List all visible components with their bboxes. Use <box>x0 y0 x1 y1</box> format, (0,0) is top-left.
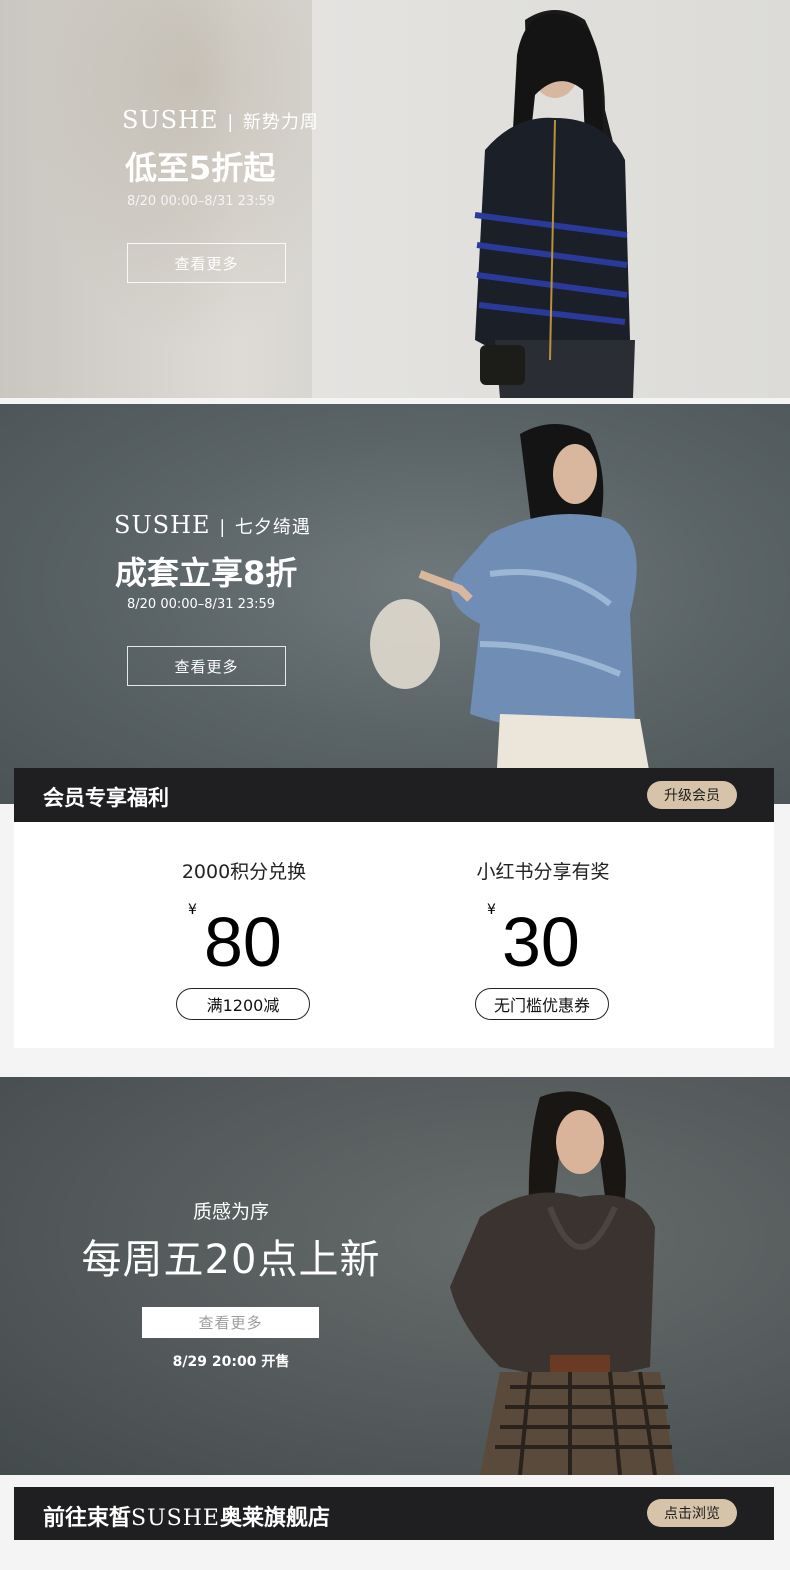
coupon-amount: 30 <box>502 903 580 981</box>
model-photo <box>450 1091 675 1475</box>
view-more-button[interactable]: 查看更多 <box>142 1307 319 1338</box>
brand-logo: SUSHE | 新势力周 <box>122 106 319 134</box>
brand-name: SUSHE <box>131 1506 220 1531</box>
brand-divider: | <box>219 517 227 538</box>
outlet-store-link[interactable]: 前往束皙SUSHE奥莱旗舰店 点击浏览 <box>14 1487 774 1540</box>
model-photo <box>474 10 635 398</box>
store-suffix: 奥莱旗舰店 <box>219 1506 330 1531</box>
coupon-title: 2000积分兑换 <box>181 861 307 883</box>
banner-subtitle: 质感为序 <box>192 1201 269 1223</box>
brand-name: SUSHE <box>122 106 219 134</box>
brand-logo: SUSHE | 七夕绮遇 <box>114 511 311 539</box>
upgrade-member-button[interactable]: 升级会员 <box>647 781 737 809</box>
promo-dates: 8/20 00:00–8/31 23:59 <box>127 194 276 209</box>
banner-headline: 每周五20点上新 <box>81 1237 381 1283</box>
release-time: 8/29 20:00 开售 <box>172 1354 290 1370</box>
store-link-title: 前往束皙SUSHE奥莱旗舰店 <box>43 1500 330 1532</box>
currency-symbol: ¥ <box>487 902 496 918</box>
campaign-name: 七夕绮遇 <box>234 517 311 538</box>
banner-headline: 低至5折起 <box>125 149 276 187</box>
promo-banner-new-power-week[interactable]: SUSHE | 新势力周 低至5折起 8/20 00:00–8/31 23:59… <box>0 0 790 398</box>
brand-name: SUSHE <box>114 511 211 539</box>
member-benefits-header: 会员专享福利 升级会员 <box>14 768 774 822</box>
coupon-condition[interactable]: 无门槛优惠券 <box>475 988 609 1020</box>
banner-headline: 成套立享8折 <box>115 554 298 592</box>
coupon-panel: 2000积分兑换 ¥ 80 满1200减 小红书分享有奖 ¥ 30 无门槛优惠券 <box>14 822 774 1048</box>
view-more-button[interactable]: 查看更多 <box>127 243 286 283</box>
section-title: 会员专享福利 <box>43 786 169 810</box>
currency-symbol: ¥ <box>188 902 197 918</box>
promo-dates: 8/20 00:00–8/31 23:59 <box>127 597 276 612</box>
model-photo <box>370 424 655 804</box>
view-more-button[interactable]: 查看更多 <box>127 646 286 686</box>
coupon-amount: 80 <box>204 903 282 981</box>
campaign-name: 新势力周 <box>242 112 319 133</box>
brand-divider: | <box>227 112 235 133</box>
coupon-title: 小红书分享有奖 <box>476 861 610 883</box>
promo-banner-weekly-new[interactable]: 质感为序 每周五20点上新 查看更多 8/29 20:00 开售 <box>0 1077 790 1475</box>
promo-banner-qixi[interactable]: SUSHE | 七夕绮遇 成套立享8折 8/20 00:00–8/31 23:5… <box>0 404 790 804</box>
coupon-condition[interactable]: 满1200减 <box>176 988 310 1020</box>
browse-button[interactable]: 点击浏览 <box>647 1499 737 1527</box>
store-prefix: 前往束皙 <box>43 1506 132 1531</box>
